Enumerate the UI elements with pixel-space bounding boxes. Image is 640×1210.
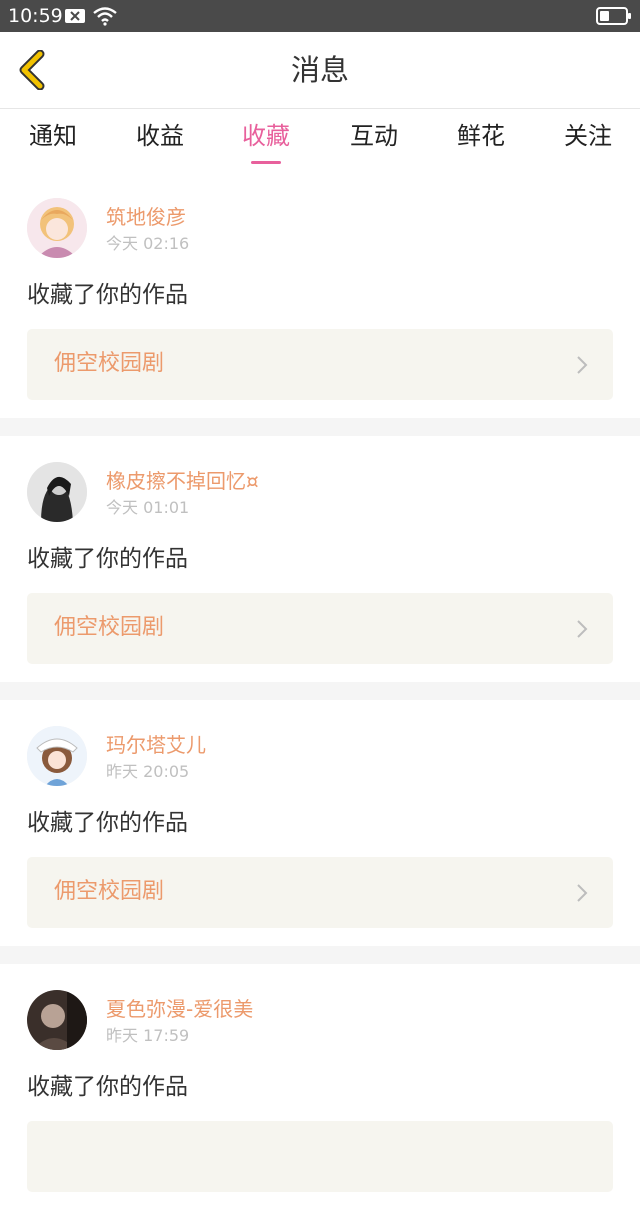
card-divider bbox=[0, 946, 640, 964]
username[interactable]: 橡皮擦不掉回忆¤ bbox=[106, 468, 259, 494]
notification-x-icon bbox=[65, 9, 85, 23]
work-link[interactable] bbox=[27, 1121, 613, 1192]
timestamp: 今天 01:01 bbox=[106, 498, 190, 517]
tab-bar: 通知 收益 收藏 互动 鲜花 关注 bbox=[0, 109, 640, 171]
card-divider bbox=[0, 682, 640, 700]
chevron-right-icon bbox=[577, 884, 588, 902]
status-time: 10:59 bbox=[8, 5, 63, 27]
tab-notifications[interactable]: 通知 bbox=[0, 121, 106, 151]
page-title: 消息 bbox=[290, 53, 349, 87]
tab-following[interactable]: 关注 bbox=[535, 121, 640, 151]
username[interactable]: 筑地俊彦 bbox=[106, 204, 186, 230]
message-card: 夏色弥漫-爱很美 昨天 17:59 收藏了你的作品 bbox=[0, 964, 640, 1210]
tab-favorites-label: 收藏 bbox=[242, 122, 290, 150]
chevron-right-icon bbox=[577, 620, 588, 638]
work-title: 佣空校园剧 bbox=[54, 615, 165, 640]
message-card: 橡皮擦不掉回忆¤ 今天 01:01 收藏了你的作品 佣空校园剧 bbox=[0, 436, 640, 682]
work-title: 佣空校园剧 bbox=[54, 879, 165, 904]
wifi-icon bbox=[93, 7, 117, 26]
username[interactable]: 玛尔塔艾儿 bbox=[106, 732, 206, 758]
timestamp: 今天 02:16 bbox=[106, 234, 190, 253]
tab-interactions[interactable]: 互动 bbox=[321, 121, 427, 151]
status-bar: 10:59 bbox=[0, 0, 640, 32]
tab-earnings[interactable]: 收益 bbox=[107, 121, 213, 151]
action-text: 收藏了你的作品 bbox=[27, 546, 188, 572]
top-bar: 消息 bbox=[0, 32, 640, 109]
profile-avatar-image bbox=[27, 462, 87, 522]
timestamp: 昨天 17:59 bbox=[106, 1026, 190, 1045]
action-text: 收藏了你的作品 bbox=[27, 1074, 188, 1100]
tab-favorites[interactable]: 收藏 bbox=[213, 121, 319, 164]
avatar[interactable] bbox=[27, 198, 87, 258]
work-title: 佣空校园剧 bbox=[54, 351, 165, 376]
timestamp: 昨天 20:05 bbox=[106, 762, 190, 781]
work-link[interactable]: 佣空校园剧 bbox=[27, 593, 613, 664]
battery-icon bbox=[596, 7, 631, 25]
photo-avatar-image bbox=[27, 990, 87, 1050]
message-card: 玛尔塔艾儿 昨天 20:05 收藏了你的作品 佣空校园剧 bbox=[0, 700, 640, 946]
avatar[interactable] bbox=[27, 990, 87, 1050]
avatar[interactable] bbox=[27, 726, 87, 786]
avatar[interactable] bbox=[27, 462, 87, 522]
active-tab-underline bbox=[251, 161, 281, 164]
action-text: 收藏了你的作品 bbox=[27, 810, 188, 836]
card-divider bbox=[0, 418, 640, 436]
work-link[interactable]: 佣空校园剧 bbox=[27, 857, 613, 928]
chevron-right-icon bbox=[577, 356, 588, 374]
work-link[interactable]: 佣空校园剧 bbox=[27, 329, 613, 400]
tab-flowers[interactable]: 鲜花 bbox=[428, 121, 534, 151]
anime-avatar-image bbox=[27, 726, 87, 786]
message-card: 筑地俊彦 今天 02:16 收藏了你的作品 佣空校园剧 bbox=[0, 172, 640, 418]
action-text: 收藏了你的作品 bbox=[27, 282, 188, 308]
anime-avatar-image bbox=[27, 198, 87, 258]
username[interactable]: 夏色弥漫-爱很美 bbox=[106, 996, 253, 1022]
